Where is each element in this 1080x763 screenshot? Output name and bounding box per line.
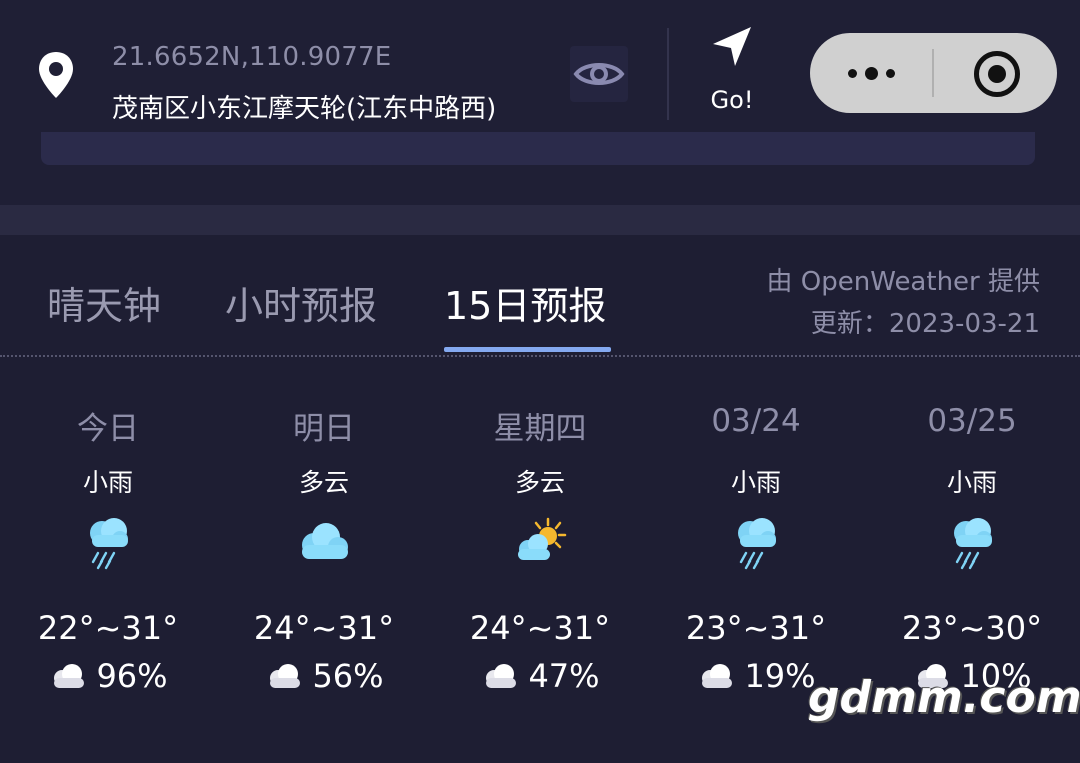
tab-clear-sky-clock[interactable]: 晴天钟	[47, 275, 161, 330]
light-rain-icon	[954, 518, 992, 570]
tab-hourly-forecast[interactable]: 小时预报	[225, 275, 377, 330]
cloud-icon	[54, 664, 85, 688]
cloud-icon	[302, 523, 348, 559]
weather-condition: 小雨	[82, 468, 133, 497]
location-header: 21.6652N,110.9077E 茂南区小东江摩天轮(江东中路西) Go!	[0, 0, 1080, 205]
forecast-day[interactable]: 03/25 小雨 23°~30° 10%	[864, 403, 1080, 695]
search-panel	[41, 132, 1035, 165]
temperature-range: 23°~30°	[901, 609, 1043, 647]
day-name: 03/25	[927, 403, 1017, 439]
forecast-day[interactable]: 星期四 多云 24°~31° 47%	[432, 403, 648, 695]
temperature-range: 24°~31°	[253, 609, 395, 647]
navigation-arrow-icon[interactable]	[709, 24, 755, 70]
location-pin-icon	[39, 52, 73, 98]
section-separator	[0, 205, 1080, 235]
temperature-range: 24°~31°	[469, 609, 611, 647]
weather-condition: 多云	[514, 468, 565, 497]
cloud-icon	[702, 664, 733, 688]
address-text[interactable]: 茂南区小东江摩天轮(江东中路西)	[112, 88, 496, 125]
active-tab-indicator	[444, 347, 611, 352]
day-name: 星期四	[493, 411, 587, 447]
more-dots-icon[interactable]	[846, 67, 898, 80]
eye-icon	[573, 63, 625, 85]
day-name: 03/24	[711, 403, 801, 439]
precipitation-percent: 56%	[312, 657, 384, 695]
temperature-range: 23°~31°	[685, 609, 827, 647]
header-divider	[667, 28, 669, 120]
precipitation-percent: 96%	[96, 657, 168, 695]
capsule-separator	[932, 49, 934, 97]
precipitation: 47%	[432, 657, 648, 695]
miniprogram-capsule	[810, 33, 1057, 113]
dotted-divider	[0, 355, 1080, 357]
weather-condition: 小雨	[730, 468, 781, 497]
precipitation-percent: 47%	[528, 657, 600, 695]
weather-condition: 小雨	[946, 468, 997, 497]
precipitation-percent: 19%	[744, 657, 816, 695]
precipitation: 96%	[0, 657, 216, 695]
light-rain-icon	[90, 518, 128, 570]
weather-condition: 多云	[298, 468, 349, 497]
target-circle-icon[interactable]	[974, 51, 1020, 97]
light-rain-icon	[738, 518, 776, 570]
update-date-text: 更新：2023-03-21	[810, 309, 1040, 339]
coordinates-text: 21.6652N,110.9077E	[112, 42, 392, 72]
forecast-day[interactable]: 明日 多云 24°~31° 56%	[216, 403, 432, 695]
precipitation: 56%	[216, 657, 432, 695]
view-toggle-button[interactable]	[570, 46, 628, 102]
day-name: 今日	[77, 411, 139, 447]
forecast-day[interactable]: 今日 小雨 22°~31° 96%	[0, 403, 216, 695]
temperature-range: 22°~31°	[37, 609, 179, 647]
go-button[interactable]: Go!	[700, 86, 764, 114]
tab-15-day-forecast[interactable]: 15日预报	[444, 275, 606, 330]
cloud-icon	[486, 664, 517, 688]
day-name: 明日	[293, 411, 355, 447]
data-provider-text: 由 OpenWeather 提供	[766, 267, 1040, 297]
forecast-day[interactable]: 03/24 小雨 23°~31° 19%	[648, 403, 864, 695]
partly-cloudy-icon	[518, 517, 567, 560]
watermark-logo: gdmm.com	[808, 672, 1080, 723]
cloud-icon	[270, 664, 301, 688]
